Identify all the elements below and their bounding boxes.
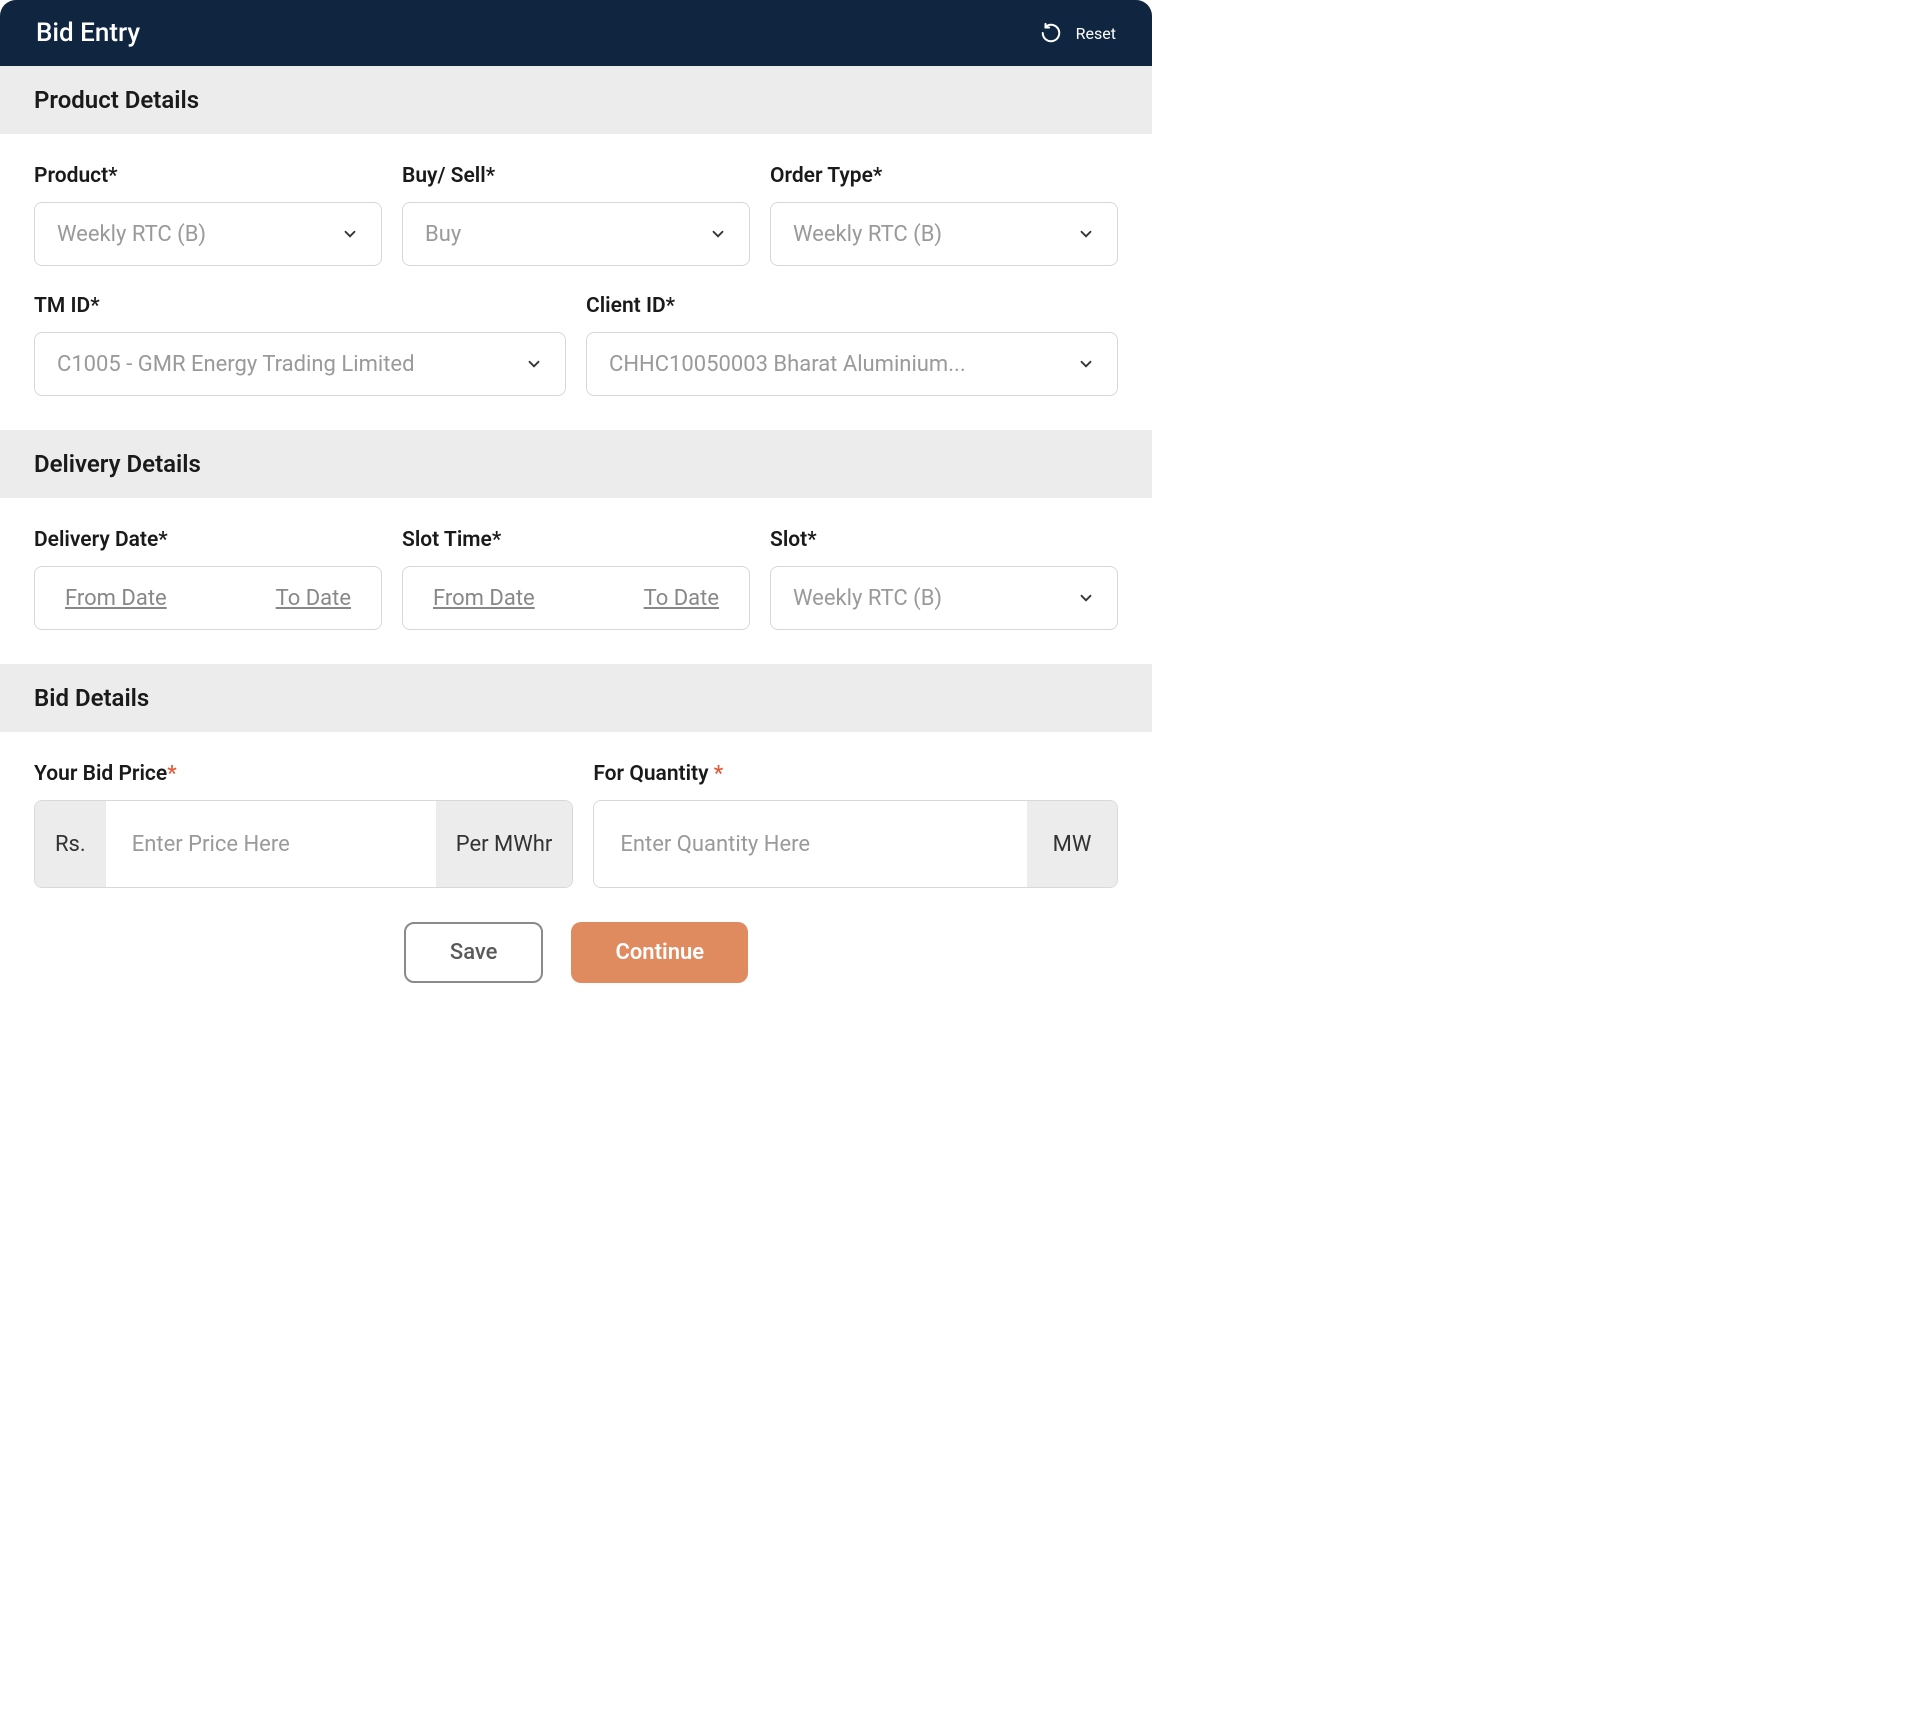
bid-price-input[interactable] [106, 801, 436, 887]
required-asterisk: * [714, 762, 723, 786]
select-buy-sell-value: Buy [425, 222, 461, 247]
reset-button[interactable]: Reset [1040, 22, 1116, 44]
select-order-type-value: Weekly RTC (B) [793, 222, 942, 247]
quantity-suffix: MW [1027, 801, 1117, 887]
field-slot-time: Slot Time* From Date To Date [402, 528, 750, 630]
section-header-bid: Bid Details [0, 664, 1152, 732]
bid-entry-window: Bid Entry Reset Product Details Product*… [0, 0, 1152, 1017]
select-slot-value: Weekly RTC (B) [793, 586, 942, 611]
save-button[interactable]: Save [404, 922, 544, 983]
field-buy-sell: Buy/ Sell* Buy [402, 164, 750, 266]
section-body-delivery: Delivery Date* From Date To Date Slot Ti… [0, 498, 1152, 664]
select-order-type[interactable]: Weekly RTC (B) [770, 202, 1118, 266]
chevron-down-icon [1077, 355, 1095, 373]
section-header-product: Product Details [0, 66, 1152, 134]
required-asterisk: * [167, 762, 176, 786]
label-product: Product* [34, 164, 382, 188]
field-order-type: Order Type* Weekly RTC (B) [770, 164, 1118, 266]
delivery-date-range: From Date To Date [34, 566, 382, 630]
label-order-type: Order Type* [770, 164, 1118, 188]
chevron-down-icon [341, 225, 359, 243]
slot-time-range: From Date To Date [402, 566, 750, 630]
quantity-input-group: MW [593, 800, 1118, 888]
field-delivery-date: Delivery Date* From Date To Date [34, 528, 382, 630]
delivery-to-date[interactable]: To Date [276, 586, 351, 611]
field-product: Product* Weekly RTC (B) [34, 164, 382, 266]
reset-label: Reset [1076, 24, 1116, 43]
section-header-delivery: Delivery Details [0, 430, 1152, 498]
field-quantity: For Quantity * MW [593, 762, 1118, 888]
field-client-id: Client ID* CHHC10050003 Bharat Aluminium… [586, 294, 1118, 396]
select-slot[interactable]: Weekly RTC (B) [770, 566, 1118, 630]
bid-price-input-group: Rs. Per MWhr [34, 800, 573, 888]
page-title: Bid Entry [36, 18, 140, 48]
quantity-input[interactable] [594, 801, 1027, 887]
select-client-id-value: CHHC10050003 Bharat Aluminium... [609, 352, 966, 377]
chevron-down-icon [709, 225, 727, 243]
label-slot-time: Slot Time* [402, 528, 750, 552]
section-body-product: Product* Weekly RTC (B) Buy/ Sell* Buy O… [0, 134, 1152, 430]
chevron-down-icon [1077, 589, 1095, 607]
slot-time-to-date[interactable]: To Date [644, 586, 719, 611]
select-tm-id[interactable]: C1005 - GMR Energy Trading Limited [34, 332, 566, 396]
field-slot: Slot* Weekly RTC (B) [770, 528, 1118, 630]
select-tm-id-value: C1005 - GMR Energy Trading Limited [57, 352, 414, 377]
select-product-value: Weekly RTC (B) [57, 222, 206, 247]
section-body-bid: Your Bid Price* Rs. Per MWhr For Quantit… [0, 732, 1152, 922]
label-tm-id: TM ID* [34, 294, 566, 318]
delivery-from-date[interactable]: From Date [65, 586, 167, 611]
bid-price-suffix: Per MWhr [436, 801, 573, 887]
select-client-id[interactable]: CHHC10050003 Bharat Aluminium... [586, 332, 1118, 396]
label-client-id: Client ID* [586, 294, 1118, 318]
label-quantity: For Quantity * [593, 762, 1118, 786]
label-bid-price: Your Bid Price* [34, 762, 573, 786]
chevron-down-icon [1077, 225, 1095, 243]
label-slot: Slot* [770, 528, 1118, 552]
field-tm-id: TM ID* C1005 - GMR Energy Trading Limite… [34, 294, 566, 396]
bid-price-prefix: Rs. [35, 801, 106, 887]
select-buy-sell[interactable]: Buy [402, 202, 750, 266]
continue-button[interactable]: Continue [571, 922, 748, 983]
footer: Save Continue [0, 922, 1152, 1017]
field-bid-price: Your Bid Price* Rs. Per MWhr [34, 762, 573, 888]
reset-icon [1040, 22, 1062, 44]
slot-time-from-date[interactable]: From Date [433, 586, 535, 611]
header: Bid Entry Reset [0, 0, 1152, 66]
label-delivery-date: Delivery Date* [34, 528, 382, 552]
chevron-down-icon [525, 355, 543, 373]
select-product[interactable]: Weekly RTC (B) [34, 202, 382, 266]
label-buy-sell: Buy/ Sell* [402, 164, 750, 188]
